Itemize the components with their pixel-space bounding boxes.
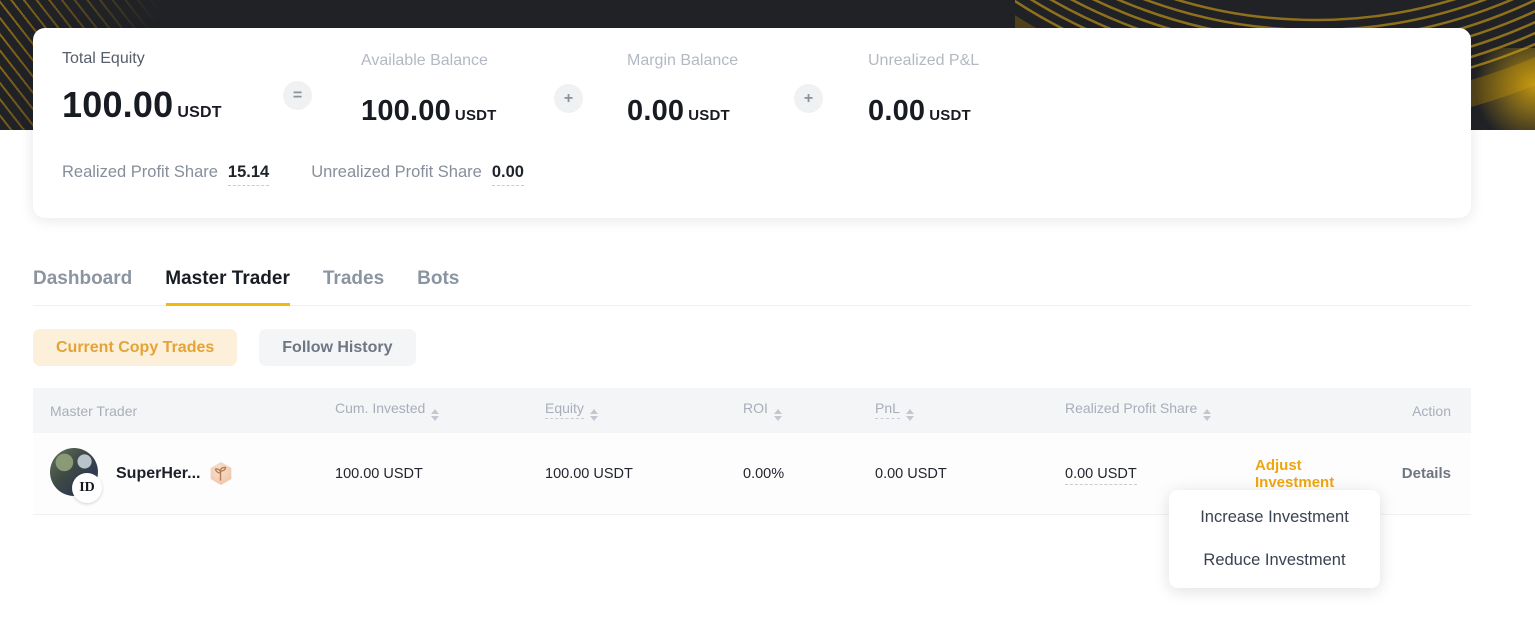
total-equity-label: Total Equity — [62, 50, 222, 68]
subtab-current-copy-trades[interactable]: Current Copy Trades — [33, 329, 237, 366]
tab-bots[interactable]: Bots — [417, 266, 459, 291]
stat-total-equity: Total Equity 100.00USDT — [62, 50, 222, 126]
column-roi[interactable]: ROI — [743, 400, 875, 421]
sub-tabs: Current Copy Trades Follow History — [33, 329, 416, 366]
unrealized-pnl-label: Unrealized P&L — [868, 52, 979, 70]
adjust-investment-dropdown: Increase Investment Reduce Investment — [1169, 490, 1380, 588]
main-tabs: Dashboard Master Trader Trades Bots — [33, 266, 1471, 306]
available-balance-label: Available Balance — [361, 52, 497, 70]
roi-value: 0.00% — [743, 466, 875, 482]
total-equity-value: 100.00USDT — [62, 84, 222, 126]
tab-dashboard[interactable]: Dashboard — [33, 266, 132, 291]
avatar[interactable]: ID — [50, 448, 98, 500]
unrealized-profit-share-value[interactable]: 0.00 — [492, 163, 524, 186]
realized-profit-share-row-value[interactable]: 0.00 USDT — [1065, 466, 1137, 485]
master-trader-cell[interactable]: ID SuperHer... — [33, 448, 335, 500]
column-action: Action — [1255, 403, 1471, 419]
column-pnl[interactable]: PnL — [875, 400, 1065, 421]
adjust-investment-button[interactable]: Adjust Investment — [1255, 457, 1374, 491]
copy-trading-page: Total Equity 100.00USDT = Available Bala… — [0, 0, 1535, 622]
column-master-trader: Master Trader — [33, 403, 335, 419]
copy-trades-table-header: Master Trader Cum. Invested Equity ROI P… — [33, 388, 1471, 433]
realized-profit-share-cell: 0.00 USDT — [1065, 466, 1255, 482]
margin-balance-value: 0.00USDT — [627, 95, 738, 128]
sort-icon[interactable] — [774, 409, 782, 421]
plus-icon: + — [794, 84, 823, 113]
sort-icon[interactable] — [431, 409, 439, 421]
profit-share-row: Realized Profit Share 15.14 Unrealized P… — [62, 163, 524, 186]
id-badge: ID — [72, 473, 102, 503]
tab-master-trader[interactable]: Master Trader — [165, 266, 290, 291]
action-cell: Adjust Investment Details — [1255, 457, 1471, 491]
unrealized-pnl-value: 0.00USDT — [868, 95, 979, 128]
realized-profit-share-label: Realized Profit Share — [62, 163, 218, 182]
details-button[interactable]: Details — [1402, 465, 1451, 482]
reduce-investment-option[interactable]: Reduce Investment — [1169, 539, 1380, 582]
equals-icon: = — [283, 81, 312, 110]
available-balance-value: 100.00USDT — [361, 95, 497, 128]
cum-invested-value: 100.00 USDT — [335, 466, 545, 482]
stat-unrealized-pnl: Unrealized P&L 0.00USDT — [868, 52, 979, 128]
equity-value: 100.00 USDT — [545, 466, 743, 482]
sort-icon[interactable] — [1203, 409, 1211, 421]
column-cum-invested[interactable]: Cum. Invested — [335, 400, 545, 421]
column-realized-profit-share[interactable]: Realized Profit Share — [1065, 400, 1255, 421]
unrealized-profit-share-label: Unrealized Profit Share — [311, 163, 482, 182]
tab-trades[interactable]: Trades — [323, 266, 384, 291]
trader-name[interactable]: SuperHer... — [116, 465, 200, 483]
increase-investment-option[interactable]: Increase Investment — [1169, 496, 1380, 539]
realized-profit-share-value[interactable]: 15.14 — [228, 163, 269, 186]
gold-glow-decoration — [1465, 48, 1535, 130]
sort-icon[interactable] — [906, 409, 914, 421]
stat-available-balance: Available Balance 100.00USDT — [361, 52, 497, 128]
stat-margin-balance: Margin Balance 0.00USDT — [627, 52, 738, 128]
sort-icon[interactable] — [590, 409, 598, 421]
pnl-value: 0.00 USDT — [875, 466, 1065, 482]
subtab-follow-history[interactable]: Follow History — [259, 329, 415, 366]
plus-icon: + — [554, 84, 583, 113]
sprout-badge-icon — [209, 462, 232, 485]
column-equity[interactable]: Equity — [545, 400, 743, 421]
margin-balance-label: Margin Balance — [627, 52, 738, 70]
equity-summary-card: Total Equity 100.00USDT = Available Bala… — [33, 28, 1471, 218]
